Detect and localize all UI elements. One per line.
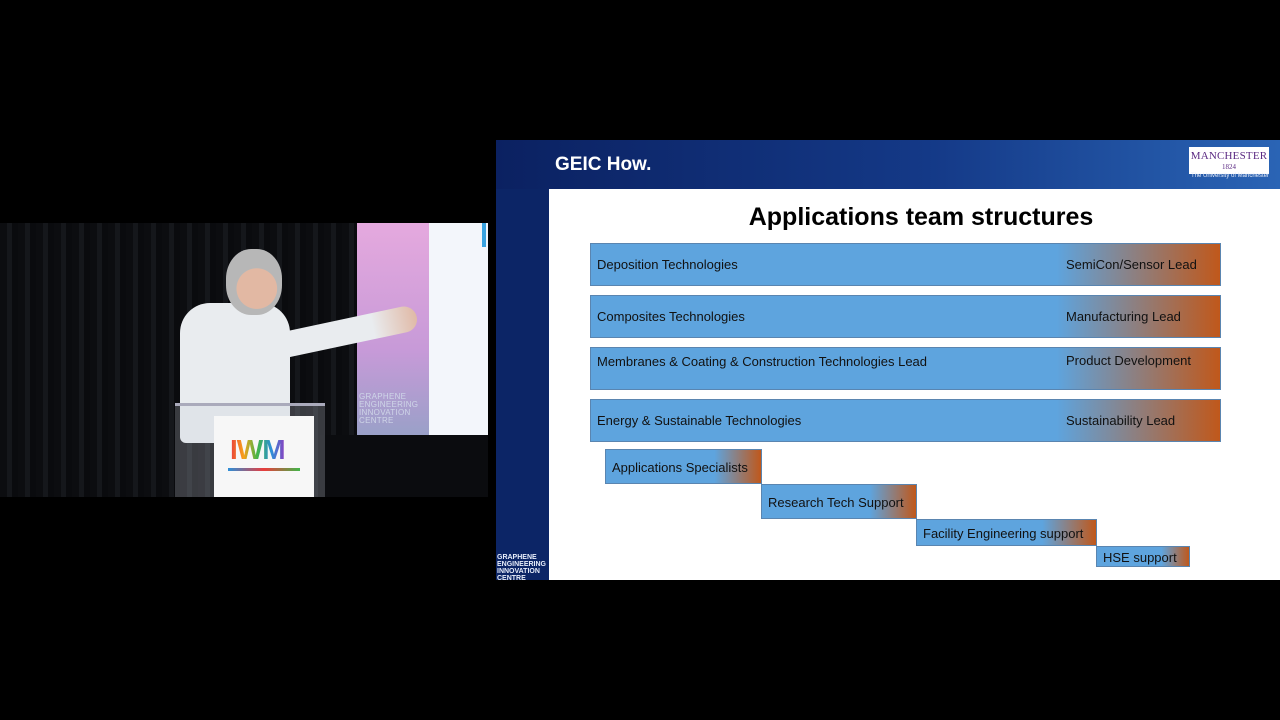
team-row-composites: Composites Technologies Manufacturing Le… [590,295,1221,338]
university-logo-subtitle: The University of Manchester [1190,173,1270,179]
support-label: Facility Engineering support [923,526,1084,541]
support-label: HSE support [1103,550,1177,565]
team-lead: Manufacturing Lead [1066,309,1181,324]
support-label: Applications Specialists [612,460,748,475]
slide-title: Applications team structures [748,203,1094,231]
presentation-slide: GEIC How. MANCHESTER 1824 The University… [496,140,1280,580]
team-lead: Sustainability Lead [1066,413,1176,428]
team-name: Deposition Technologies [597,257,738,272]
support-research-tech: Research Tech Support [761,484,917,519]
slide-header-title: GEIC How. [555,154,652,175]
slide-left-band [496,189,549,580]
team-name: Energy & Sustainable Technologies [597,413,802,428]
screen-accent [482,223,486,247]
university-logo-year: 1824 [1222,163,1236,171]
team-row-energy: Energy & Sustainable Technologies Sustai… [590,399,1221,442]
team-name: Membranes & Coating & Construction Techn… [597,354,928,369]
university-logo: MANCHESTER 1824 [1189,147,1269,174]
support-hse: HSE support [1096,546,1190,567]
screen-slide-edge [429,223,488,435]
speaker-head [226,249,282,315]
university-logo-name: MANCHESTER [1190,150,1268,162]
podium-logo: IWM [230,434,286,465]
screen-geic-text: GRAPHENE ENGINEERING INNOVATION CENTRE [359,392,419,425]
team-lead: SemiCon/Sensor Lead [1066,257,1197,272]
speaker-video: GRAPHENE ENGINEERING INNOVATION CENTRE I… [0,223,488,497]
slide-header: GEIC How. MANCHESTER 1824 The University… [496,140,1280,189]
team-row-membranes: Membranes & Coating & Construction Techn… [590,347,1221,390]
team-lead: Product Development [1066,353,1192,368]
podium-sign: IWM [214,416,314,497]
support-label: Research Tech Support [768,495,904,510]
team-row-deposition: Deposition Technologies SemiCon/Sensor L… [590,243,1221,286]
stage-floor [320,435,488,497]
geic-corner-mark: GRAPHENE ENGINEERING INNOVATION CENTRE [497,554,547,580]
support-applications-specialists: Applications Specialists [605,449,762,484]
support-facility-engineering: Facility Engineering support [916,519,1097,546]
podium-stripe [228,468,300,471]
team-name: Composites Technologies [597,309,745,324]
slide-content: Applications team structures Deposition … [549,189,1280,580]
